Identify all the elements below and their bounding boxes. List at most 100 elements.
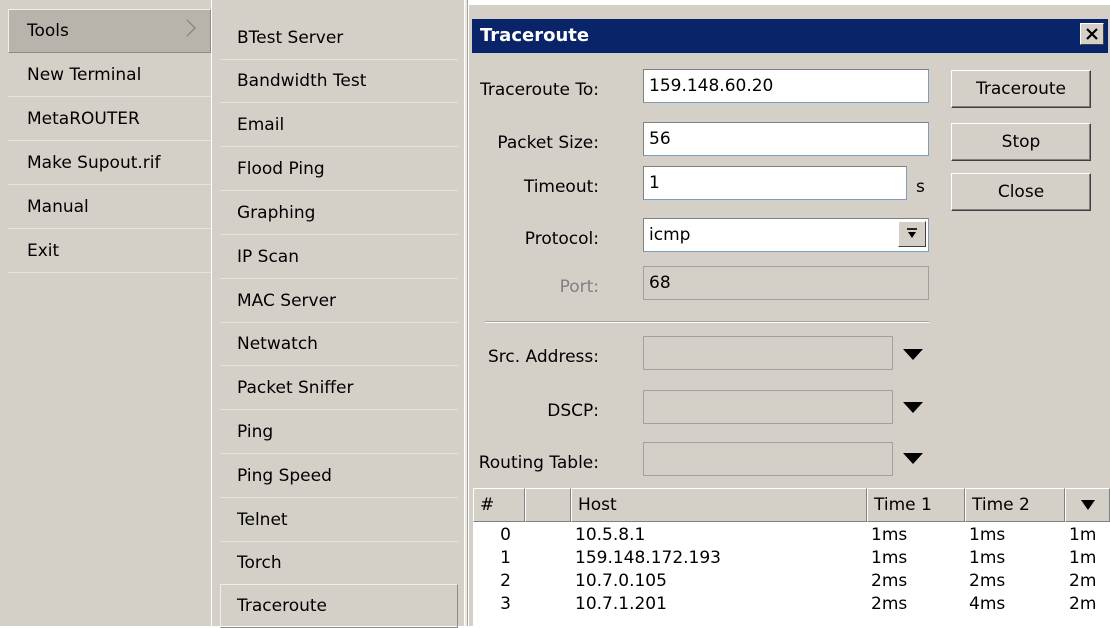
column-header-host[interactable]: Host — [571, 488, 867, 522]
cell-time2: 4ms — [969, 594, 1006, 614]
submenu-item-email[interactable]: Email — [220, 103, 458, 147]
submenu-item-label: IP Scan — [237, 246, 299, 267]
submenu-item-graphing[interactable]: Graphing — [220, 191, 458, 235]
cell-index: 3 — [500, 594, 511, 614]
dialog-titlebar[interactable]: Traceroute — [472, 19, 1108, 53]
submenu-item-label: Email — [237, 114, 285, 135]
submenu-item-packet-sniffer[interactable]: Packet Sniffer — [220, 366, 458, 410]
cell-time3: 1m — [1069, 525, 1097, 545]
traceroute-to-input[interactable]: 159.148.60.20 — [643, 69, 929, 103]
submenu-item-label: Bandwidth Test — [237, 70, 367, 91]
cell-time1: 2ms — [871, 571, 908, 591]
cell-time3: 1m — [1069, 548, 1097, 568]
cell-host: 10.7.0.105 — [575, 571, 667, 591]
column-chooser-button[interactable] — [1065, 488, 1110, 522]
traceroute-button[interactable]: Traceroute — [951, 70, 1091, 108]
close-x-glyph-icon — [1086, 28, 1098, 40]
submenu-item-btest-server[interactable]: BTest Server — [220, 16, 458, 60]
cell-time2: 1ms — [969, 525, 1006, 545]
cell-time1: 1ms — [871, 548, 908, 568]
timeout-unit: s — [916, 177, 925, 197]
menu-item-tools[interactable]: Tools — [8, 9, 211, 53]
protocol-select[interactable]: icmp — [643, 218, 929, 252]
menu-item-label: MetaROUTER — [27, 109, 140, 129]
submenu-item-traceroute[interactable]: Traceroute — [220, 584, 458, 628]
menu-item-label: Make Supout.rif — [27, 153, 161, 173]
table-row[interactable]: 2 10.7.0.105 2ms 2ms 2m — [473, 570, 1110, 593]
dscp-dropdown-icon[interactable] — [903, 402, 923, 413]
menu-item-label: Exit — [27, 241, 60, 261]
table-row[interactable]: 3 10.7.1.201 2ms 4ms 2m — [473, 593, 1110, 616]
submenu-item-telnet[interactable]: Telnet — [220, 498, 458, 542]
menu-item-new-terminal[interactable]: New Terminal — [8, 53, 211, 97]
column-header-index[interactable]: # — [473, 488, 525, 522]
src-address-input[interactable] — [643, 336, 893, 370]
submenu-item-mac-server[interactable]: MAC Server — [220, 279, 458, 323]
submenu-item-label: Traceroute — [237, 596, 328, 616]
packet-size-label: Packet Size: — [497, 133, 599, 153]
submenu-item-label: Flood Ping — [237, 158, 325, 179]
submenu-item-flood-ping[interactable]: Flood Ping — [220, 147, 458, 191]
src-address-label: Src. Address: — [488, 347, 599, 367]
cell-host: 159.148.172.193 — [575, 548, 722, 568]
cell-host: 10.7.1.201 — [575, 594, 667, 614]
submenu-item-ping[interactable]: Ping — [220, 410, 458, 454]
dscp-input[interactable] — [643, 390, 893, 424]
submenu-item-label: Ping Speed — [237, 465, 332, 486]
cell-index: 0 — [500, 525, 511, 545]
submenu-item-ping-speed[interactable]: Ping Speed — [220, 454, 458, 498]
submenu-item-torch[interactable]: Torch — [220, 541, 458, 585]
menu-item-metarouter[interactable]: MetaROUTER — [8, 97, 211, 141]
submenu-item-label: MAC Server — [237, 290, 337, 311]
traceroute-to-label: Traceroute To: — [479, 80, 599, 100]
tools-submenu: BTest Server Bandwidth Test Email Flood … — [212, 0, 464, 628]
submenu-item-label: Torch — [237, 552, 282, 573]
submenu-item-netwatch[interactable]: Netwatch — [220, 322, 458, 366]
table-row[interactable]: 1 159.148.172.193 1ms 1ms 1m — [473, 547, 1110, 570]
submenu-item-label: BTest Server — [237, 27, 344, 48]
cell-index: 2 — [500, 571, 511, 591]
cell-time2: 1ms — [969, 548, 1006, 568]
chevron-down-icon — [1080, 500, 1095, 510]
port-label: Port: — [559, 277, 599, 297]
column-header-time1[interactable]: Time 1 — [867, 488, 965, 522]
port-input: 68 — [643, 266, 929, 300]
menu-item-label: New Terminal — [27, 65, 142, 85]
chevron-down-icon — [907, 228, 917, 238]
routing-table-label: Routing Table: — [478, 453, 599, 473]
submenu-item-label: Ping — [237, 421, 274, 442]
cell-time1: 2ms — [871, 594, 908, 614]
cell-time1: 1ms — [871, 525, 908, 545]
table-header: # Host Time 1 Time 2 — [473, 488, 1110, 522]
table-row[interactable]: 0 10.5.8.1 1ms 1ms 1m — [473, 524, 1110, 547]
timeout-label: Timeout: — [523, 177, 599, 197]
cell-time3: 2m — [1069, 571, 1097, 591]
stop-button[interactable]: Stop — [951, 123, 1091, 161]
protocol-value: icmp — [649, 225, 691, 245]
routing-table-dropdown-icon[interactable] — [903, 453, 923, 464]
menu-item-label: Manual — [27, 197, 89, 217]
submenu-item-label: Packet Sniffer — [237, 377, 354, 398]
routing-table-input[interactable] — [643, 442, 893, 476]
column-header-time2[interactable]: Time 2 — [965, 488, 1065, 522]
submenu-item-ip-scan[interactable]: IP Scan — [220, 235, 458, 279]
dialog-title: Traceroute — [480, 25, 590, 46]
protocol-label: Protocol: — [524, 229, 599, 249]
close-button[interactable]: Close — [951, 173, 1091, 211]
cell-time2: 2ms — [969, 571, 1006, 591]
submenu-item-bandwidth-test[interactable]: Bandwidth Test — [220, 59, 458, 103]
menu-item-exit[interactable]: Exit — [8, 229, 211, 273]
packet-size-input[interactable]: 56 — [643, 122, 929, 156]
timeout-input[interactable]: 1 — [643, 166, 907, 200]
menu-item-manual[interactable]: Manual — [8, 185, 211, 229]
column-header-status[interactable] — [525, 488, 571, 522]
close-icon[interactable] — [1080, 23, 1104, 45]
dscp-label: DSCP: — [547, 401, 599, 421]
src-address-dropdown-icon[interactable] — [903, 349, 923, 360]
submenu-item-label: Netwatch — [237, 333, 318, 354]
protocol-dropdown-button[interactable] — [898, 221, 926, 247]
tools-menu: Tools New Terminal MetaROUTER Make Supou… — [0, 0, 212, 626]
submenu-item-label: Graphing — [237, 202, 316, 223]
submenu-arrow-icon — [186, 19, 196, 37]
menu-item-make-supout[interactable]: Make Supout.rif — [8, 141, 211, 185]
